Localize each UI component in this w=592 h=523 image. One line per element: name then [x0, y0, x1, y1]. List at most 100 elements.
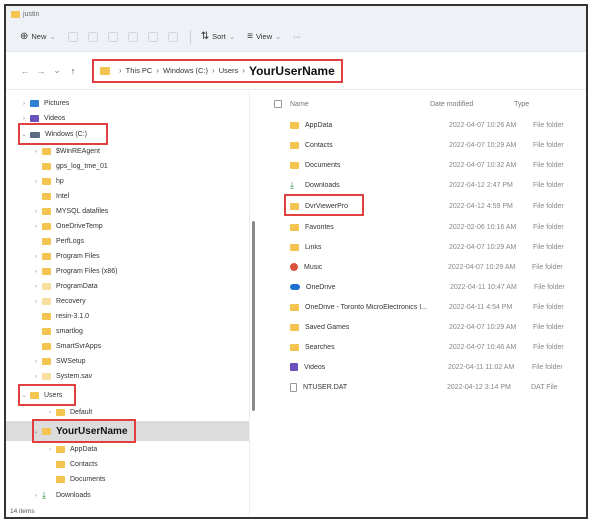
file-row[interactable]: Music 2022-04-07 10:29 AM File folder — [250, 257, 586, 277]
file-row[interactable]: Saved Games 2022-04-07 10:29 AM File fol… — [250, 317, 586, 337]
breadcrumb-chevron-icon: › — [119, 66, 122, 75]
file-icon — [290, 382, 297, 392]
nav-item-recovery[interactable]: › Recovery — [6, 294, 249, 309]
nav-item-intel[interactable]: Intel — [6, 189, 249, 204]
breadcrumb-drive[interactable]: Windows (C:) — [163, 66, 208, 75]
column-header-name[interactable]: Name — [290, 101, 430, 108]
column-header-type[interactable]: Type — [514, 101, 529, 108]
nav-item-default[interactable]: › Default — [6, 405, 249, 420]
downloads-icon: ⤓ — [290, 179, 294, 190]
pictures-icon — [30, 100, 39, 107]
toolbar-divider — [189, 29, 191, 44]
nav-item-program-files[interactable]: › Program Files — [6, 249, 249, 264]
nav-item-swsetup[interactable]: › SWSetup — [6, 354, 249, 369]
nav-item-label: Documents — [70, 476, 106, 483]
expand-chevron-icon[interactable]: › — [46, 447, 54, 453]
nav-item-gps-log[interactable]: gps_log_tme_01 — [6, 159, 249, 174]
nav-item-contacts[interactable]: Contacts — [6, 457, 249, 472]
nav-item-smartlog[interactable]: smartlog — [6, 324, 249, 339]
nav-item-system-sav[interactable]: › System.sav — [6, 369, 249, 384]
file-row[interactable]: Links 2022-04-07 10:29 AM File folder — [250, 237, 586, 257]
status-item-count: 14 items — [10, 508, 35, 515]
expand-chevron-icon[interactable]: › — [32, 209, 40, 215]
expand-chevron-icon[interactable]: › — [20, 101, 28, 107]
expand-chevron-icon[interactable]: › — [32, 493, 40, 499]
folder-icon — [42, 193, 51, 200]
column-header-date[interactable]: Date modified — [430, 101, 514, 108]
nav-item-hp[interactable]: › hp — [6, 174, 249, 189]
expand-chevron-icon[interactable]: › — [32, 359, 40, 365]
expand-chevron-icon[interactable]: › — [32, 299, 40, 305]
column-header-row: Name Date modified Type — [250, 97, 586, 111]
file-row[interactable]: Favorites 2022-02-06 10:16 AM File folde… — [250, 217, 586, 237]
expand-chevron-icon[interactable]: › — [32, 374, 40, 380]
sort-button[interactable]: ⇅ Sort ⌄ — [201, 31, 235, 42]
file-type: File folder — [533, 161, 564, 169]
paste-icon[interactable] — [107, 31, 118, 42]
folder-icon — [42, 223, 51, 230]
file-name: AppData — [305, 121, 333, 129]
folder-icon — [42, 328, 51, 335]
expand-chevron-icon[interactable]: › — [46, 410, 54, 416]
file-row[interactable]: Searches 2022-04-07 10:46 AM File folder — [250, 337, 586, 357]
nav-item-pictures[interactable]: › Pictures — [6, 96, 249, 111]
nav-item-resin[interactable]: resin-3.1.0 — [6, 309, 249, 324]
expand-chevron-icon[interactable]: › — [32, 149, 40, 155]
folder-icon — [290, 343, 299, 351]
share-icon[interactable] — [147, 31, 158, 42]
recent-chevron-icon[interactable]: ⌄ — [50, 65, 64, 76]
expand-chevron-icon[interactable]: › — [20, 116, 28, 122]
address-row: ← → ⌄ ↑ › This PC › Windows (C:) › Users… — [6, 52, 586, 90]
breadcrumb-user[interactable]: YourUserName — [249, 64, 335, 78]
plus-icon: ⊕ — [20, 31, 29, 42]
file-name: Links — [305, 243, 322, 251]
more-button[interactable]: ··· — [293, 32, 301, 41]
nav-item-perflogs[interactable]: PerfLogs — [6, 234, 249, 249]
up-arrow-icon[interactable]: ↑ — [66, 66, 80, 76]
expand-chevron-icon[interactable]: › — [32, 224, 40, 230]
nav-item-appdata[interactable]: › AppData — [6, 442, 249, 457]
breadcrumb-users[interactable]: Users — [219, 66, 239, 75]
nav-item-label: Default — [70, 409, 93, 416]
select-all-checkbox[interactable] — [274, 100, 282, 108]
file-row[interactable]: OneDrive 2022-04-11 10:47 AM File folder — [250, 277, 586, 297]
address-bar[interactable]: › This PC › Windows (C:) › Users › YourU… — [92, 58, 343, 83]
file-row[interactable]: Contacts 2022-04-07 10:29 AM File folder — [250, 135, 586, 155]
file-type: File folder — [533, 323, 564, 331]
expand-chevron-icon[interactable]: › — [32, 284, 40, 290]
view-icon: ≡ — [247, 31, 253, 42]
forward-arrow-icon[interactable]: → — [34, 66, 48, 76]
file-date: 2022-04-11 4:54 PM — [449, 303, 513, 311]
file-row[interactable]: Documents 2022-04-07 10:32 AM File folde… — [250, 155, 586, 175]
expand-chevron-icon[interactable]: › — [32, 269, 40, 275]
highlight-box — [284, 194, 364, 216]
nav-item-program-files-x86[interactable]: › Program Files (x86) — [6, 264, 249, 279]
view-button[interactable]: ≡ View ⌄ — [247, 31, 281, 42]
file-row[interactable]: ⤓ Downloads 2022-04-12 2:47 PM File fold… — [250, 175, 586, 195]
file-date: 2022-04-07 10:32 AM — [449, 161, 517, 169]
file-row[interactable]: AppData 2022-04-07 10:26 AM File folder — [250, 115, 586, 135]
breadcrumb-this-pc[interactable]: This PC — [126, 66, 153, 75]
new-button[interactable]: ⊕ New ⌄ — [20, 31, 56, 42]
nav-item-mysql[interactable]: › MYSQL datafiles — [6, 204, 249, 219]
nav-item-winreagent[interactable]: › $WinREAgent — [6, 144, 249, 159]
expand-chevron-icon[interactable]: › — [32, 254, 40, 260]
copy-icon[interactable] — [87, 31, 98, 42]
nav-item-label: Program Files (x86) — [56, 268, 118, 275]
expand-chevron-icon[interactable]: › — [32, 179, 40, 185]
file-row[interactable]: Videos 2022-04-11 11:02 AM File folder — [250, 357, 586, 377]
back-arrow-icon[interactable]: ← — [18, 66, 32, 76]
nav-item-onedrivetemp[interactable]: › OneDriveTemp — [6, 219, 249, 234]
file-row[interactable]: NTUSER.DAT 2022-04-12 3:14 PM DAT File — [250, 377, 586, 397]
nav-item-label: OneDriveTemp — [56, 223, 103, 230]
rename-icon[interactable] — [127, 31, 138, 42]
nav-item-smartsvrapps[interactable]: SmartSvrApps — [6, 339, 249, 354]
videos-icon — [290, 363, 298, 371]
cut-icon[interactable] — [67, 31, 78, 42]
title-bar: justin — [6, 6, 586, 22]
nav-item-downloads[interactable]: › ⤓ Downloads — [6, 488, 249, 503]
delete-icon[interactable] — [167, 31, 178, 42]
file-row[interactable]: OneDrive - Toronto MicroElectronics I...… — [250, 297, 586, 317]
nav-item-programdata[interactable]: › ProgramData — [6, 279, 249, 294]
nav-item-documents[interactable]: Documents — [6, 472, 249, 487]
